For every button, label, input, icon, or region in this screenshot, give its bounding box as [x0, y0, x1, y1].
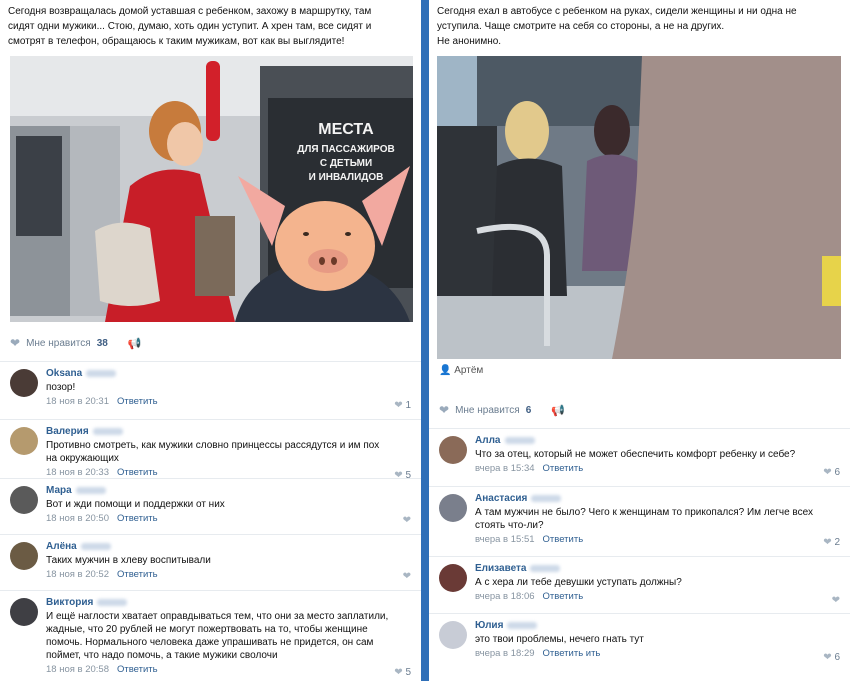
comment: Елизавета А с хера ли тебе девушки уступ…: [429, 556, 850, 611]
comment-text: Что за отец, который не может обеспечить…: [475, 449, 796, 460]
avatar[interactable]: [10, 427, 38, 455]
comment-text: А там мужчин не было? Чего к женщинам то…: [475, 507, 813, 531]
avatar[interactable]: [10, 369, 38, 397]
comment-meta: вчера в 18:29 Ответить ить: [475, 648, 601, 659]
comment-like[interactable]: ❤: [832, 595, 840, 606]
comment-author[interactable]: Валерия: [46, 426, 409, 437]
reply-link[interactable]: Ответить: [543, 534, 584, 545]
person-icon: 👤: [439, 365, 452, 376]
comment-meta: 18 ноя в 20:52 Ответить: [46, 569, 158, 580]
right-post: Сегодня ехал в автобусе с ребенком на ру…: [429, 0, 850, 681]
comment: Мара Вот и жди помощи и поддержки от них…: [0, 478, 421, 531]
comment-like[interactable]: ❤: [403, 515, 411, 526]
comment-text: Вот и жди помощи и поддержки от них: [46, 499, 225, 510]
left-post: Сегодня возвращалась домой уставшая с ре…: [0, 0, 421, 681]
post-text: Сегодня возвращалась домой уставшая с ре…: [8, 6, 372, 47]
sign-line-2: ДЛЯ ПАССАЖИРОВ: [297, 144, 394, 155]
post-photo[interactable]: МЕСТА ДЛЯ ПАССАЖИРОВ С ДЕТЬМИ И ИНВАЛИДО…: [10, 56, 413, 322]
comment-text: это твои проблемы, нечего гнать тут: [475, 634, 644, 645]
divider: [421, 0, 429, 681]
avatar[interactable]: [439, 436, 467, 464]
comment-text: позор!: [46, 382, 76, 393]
comment: Виктория И ещё наглости хватает оправдыв…: [0, 590, 421, 681]
share-icon[interactable]: 📢: [128, 337, 142, 350]
comment: Юлия это твои проблемы, нечего гнать тут…: [429, 613, 850, 681]
avatar[interactable]: [10, 486, 38, 514]
avatar[interactable]: [439, 621, 467, 649]
comment-author[interactable]: Алла: [475, 435, 838, 446]
comment-meta: вчера в 15:51 Ответить: [475, 534, 584, 545]
comment: Алла Что за отец, который не может обесп…: [429, 428, 850, 483]
comment-like[interactable]: ❤ 5: [394, 667, 411, 678]
comment-meta: вчера в 18:06 Ответить: [475, 591, 584, 602]
likes-label[interactable]: Мне нравится: [26, 338, 91, 349]
reply-link[interactable]: Ответить: [117, 664, 158, 675]
comment-text: И ещё наглости хватает оправдываться тем…: [46, 611, 389, 661]
comment-author[interactable]: Мара: [46, 485, 409, 496]
reply-link[interactable]: Ответить: [543, 591, 584, 602]
comment: Валерия Противно смотреть, как мужики сл…: [0, 419, 421, 486]
comment-like[interactable]: ❤ 1: [394, 400, 411, 411]
sign-line-1: МЕСТА: [318, 121, 374, 138]
comment-like[interactable]: ❤ 2: [823, 537, 840, 548]
likes-count: 38: [96, 337, 108, 349]
comment-author[interactable]: Елизавета: [475, 563, 838, 574]
post-photo[interactable]: [437, 56, 841, 359]
comment: Анастасия А там мужчин не было? Чего к ж…: [429, 486, 850, 553]
comment-like[interactable]: ❤: [403, 571, 411, 582]
reply-link[interactable]: Ответить: [117, 467, 158, 478]
comment-text: А с хера ли тебе девушки уступать должны…: [475, 577, 682, 588]
likes-bar: ❤ Мне нравится 38 📢: [10, 334, 142, 352]
avatar[interactable]: [439, 494, 467, 522]
comment-text: Таких мужчин в хлеву воспитывали: [46, 555, 211, 566]
post-author[interactable]: 👤 Артём: [439, 365, 483, 376]
reply-link[interactable]: Ответить: [117, 513, 158, 524]
avatar[interactable]: [439, 564, 467, 592]
share-icon[interactable]: 📢: [551, 404, 565, 417]
post-text: Сегодня ехал в автобусе с ребенком на ру…: [437, 6, 797, 47]
comment-meta: вчера в 15:34 Ответить: [475, 463, 584, 474]
comment: Алёна Таких мужчин в хлеву воспитывали 1…: [0, 534, 421, 589]
likes-bar: ❤ Мне нравится 6 📢: [439, 401, 565, 419]
avatar[interactable]: [10, 598, 38, 626]
comment-author[interactable]: Юлия: [475, 620, 838, 631]
comment-like[interactable]: ❤ 6: [823, 467, 840, 478]
reply-link[interactable]: Ответить ить: [543, 648, 601, 659]
comment-text: Противно смотреть, как мужики словно при…: [46, 440, 380, 464]
heart-icon[interactable]: ❤: [10, 336, 20, 350]
heart-icon[interactable]: ❤: [439, 403, 449, 417]
comment-meta: 18 ноя в 20:33 Ответить: [46, 467, 158, 478]
comment-author[interactable]: Oksana: [46, 368, 409, 379]
comment-like[interactable]: ❤ 6: [823, 652, 840, 663]
likes-count: 6: [525, 404, 532, 416]
avatar[interactable]: [10, 542, 38, 570]
comment-meta: 18 ноя в 20:50 Ответить: [46, 513, 158, 524]
reply-link[interactable]: Ответить: [543, 463, 584, 474]
comment-meta: 18 ноя в 20:58 Ответить: [46, 664, 158, 675]
comment-meta: 18 ноя в 20:31 Ответить: [46, 396, 158, 407]
sign-line-4: И ИНВАЛИДОВ: [309, 172, 384, 183]
comment-author[interactable]: Виктория: [46, 597, 409, 608]
reply-link[interactable]: Ответить: [117, 569, 158, 580]
comment-author[interactable]: Анастасия: [475, 493, 838, 504]
comment: Oksana позор! 18 ноя в 20:31 Ответить ❤ 1: [0, 361, 421, 418]
comment-author[interactable]: Алёна: [46, 541, 409, 552]
likes-label[interactable]: Мне нравится: [455, 405, 520, 416]
reply-link[interactable]: Ответить: [117, 396, 158, 407]
sign-line-3: С ДЕТЬМИ: [320, 158, 372, 169]
